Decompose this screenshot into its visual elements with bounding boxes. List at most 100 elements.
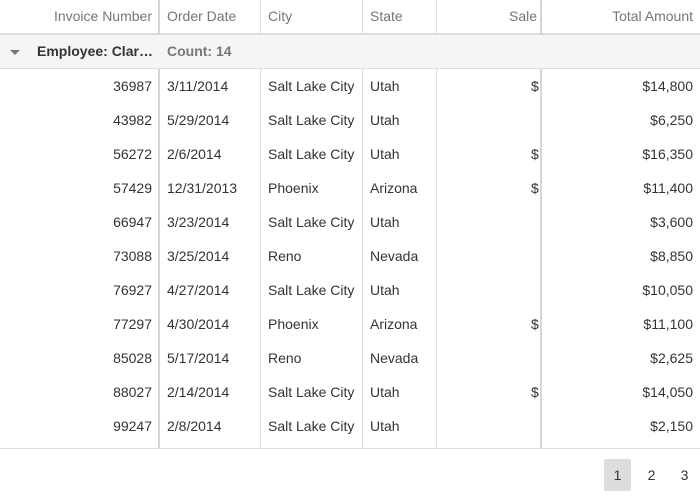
cell-invoice-number: 43982 bbox=[113, 112, 152, 128]
cell-total-amount: $2,150 bbox=[650, 418, 693, 434]
cell-sale bbox=[531, 273, 540, 307]
cell-order-date: 5/29/2014 bbox=[167, 112, 230, 128]
cell-total-amount: $11,100 bbox=[643, 316, 693, 332]
cell-city: Salt Lake City bbox=[268, 146, 355, 162]
column-divider bbox=[362, 0, 363, 35]
cell-total-amount: $3,600 bbox=[650, 214, 693, 230]
cell-order-date: 3/11/2014 bbox=[167, 78, 229, 94]
cell-city: Salt Lake City bbox=[268, 78, 355, 94]
cell-total-amount: $10,050 bbox=[642, 282, 693, 298]
table-row[interactable]: 85028 5/17/2014 Reno Nevada $2,625 bbox=[0, 341, 700, 375]
cell-state: Arizona bbox=[370, 316, 418, 332]
table-row[interactable]: 57429 12/31/2013 Phoenix Arizona $ $11,400 bbox=[0, 171, 700, 205]
cell-sale bbox=[531, 341, 540, 375]
frozen-column-divider bbox=[158, 69, 160, 448]
cell-state: Arizona bbox=[370, 180, 418, 196]
cell-sale: $ bbox=[531, 316, 539, 332]
data-grid: Invoice Number Order Date City State Sal… bbox=[0, 0, 700, 449]
cell-sale: $ bbox=[531, 78, 539, 94]
group-count: Count: 14 bbox=[167, 43, 232, 59]
cell-order-date: 2/6/2014 bbox=[167, 146, 222, 162]
cell-state: Utah bbox=[370, 146, 400, 162]
page-button-3[interactable]: 3 bbox=[671, 459, 698, 491]
cell-total-amount: $11,400 bbox=[643, 180, 693, 196]
cell-state: Nevada bbox=[370, 248, 419, 264]
cell-order-date: 2/14/2014 bbox=[167, 384, 230, 400]
cell-order-date: 4/27/2014 bbox=[167, 282, 230, 298]
cell-invoice-number: 36987 bbox=[113, 78, 152, 94]
column-divider bbox=[260, 69, 261, 448]
column-header-order-date[interactable]: Order Date bbox=[160, 0, 260, 33]
page-button-1[interactable]: 1 bbox=[604, 459, 631, 491]
cell-total-amount: $16,350 bbox=[642, 146, 693, 162]
column-divider bbox=[436, 69, 437, 448]
column-header-total-amount[interactable]: Total Amount bbox=[542, 0, 700, 33]
cell-total-amount: $8,850 bbox=[650, 248, 693, 264]
column-header-sale-label: Sale bbox=[509, 8, 538, 24]
cell-order-date: 3/25/2014 bbox=[167, 248, 230, 264]
cell-sale bbox=[531, 205, 540, 239]
column-header-state[interactable]: State bbox=[363, 0, 436, 33]
cell-city: Salt Lake City bbox=[268, 112, 355, 128]
column-header-sale[interactable]: Sale bbox=[437, 0, 545, 33]
table-row[interactable]: 36987 3/11/2014 Salt Lake City Utah $ $14,800 bbox=[0, 69, 700, 103]
cell-invoice-number: 77297 bbox=[113, 316, 152, 332]
table-row[interactable]: 56272 2/6/2014 Salt Lake City Utah $ $16,350 bbox=[0, 137, 700, 171]
cell-invoice-number: 85028 bbox=[113, 350, 152, 366]
cell-total-amount: $14,050 bbox=[642, 384, 693, 400]
cell-order-date: 5/17/2014 bbox=[167, 350, 230, 366]
page-button-2[interactable]: 2 bbox=[638, 459, 665, 491]
frozen-column-divider bbox=[540, 69, 542, 448]
cell-invoice-number: 73088 bbox=[113, 248, 152, 264]
cell-city: Salt Lake City bbox=[268, 418, 355, 434]
table-row[interactable]: 99247 2/8/2014 Salt Lake City Utah $2,150 bbox=[0, 409, 700, 443]
cell-state: Utah bbox=[370, 282, 400, 298]
cell-state: Nevada bbox=[370, 350, 419, 366]
grid-rows: 36987 3/11/2014 Salt Lake City Utah $ $14,800… bbox=[0, 69, 700, 443]
cell-invoice-number: 76927 bbox=[113, 282, 152, 298]
cell-order-date: 4/30/2014 bbox=[167, 316, 230, 332]
table-row[interactable]: 66947 3/23/2014 Salt Lake City Utah $3,600 bbox=[0, 205, 700, 239]
cell-sale bbox=[531, 239, 540, 273]
cell-city: Salt Lake City bbox=[268, 214, 355, 230]
table-row[interactable]: 73088 3/25/2014 Reno Nevada $8,850 bbox=[0, 239, 700, 273]
cell-state: Utah bbox=[370, 214, 400, 230]
table-row[interactable]: 77297 4/30/2014 Phoenix Arizona $ $11,100 bbox=[0, 307, 700, 341]
cell-city: Reno bbox=[268, 350, 302, 366]
column-divider bbox=[436, 0, 437, 35]
cell-state: Utah bbox=[370, 78, 400, 94]
group-title: Employee: Clark Morgan bbox=[37, 43, 155, 59]
collapse-caret-icon[interactable] bbox=[10, 50, 20, 55]
frozen-column-divider bbox=[158, 0, 160, 35]
cell-city: Phoenix bbox=[268, 180, 319, 196]
cell-total-amount: $6,250 bbox=[650, 112, 693, 128]
cell-total-amount: $2,625 bbox=[650, 350, 693, 366]
cell-order-date: 3/23/2014 bbox=[167, 214, 230, 230]
cell-city: Salt Lake City bbox=[268, 384, 355, 400]
pager: 123 bbox=[0, 450, 700, 500]
cell-state: Utah bbox=[370, 384, 400, 400]
table-row[interactable]: 76927 4/27/2014 Salt Lake City Utah $10,050 bbox=[0, 273, 700, 307]
cell-total-amount: $14,800 bbox=[642, 78, 693, 94]
cell-invoice-number: 66947 bbox=[113, 214, 152, 230]
cell-invoice-number: 57429 bbox=[113, 180, 152, 196]
cell-sale: $ bbox=[531, 180, 539, 196]
cell-city: Phoenix bbox=[268, 316, 319, 332]
cell-state: Utah bbox=[370, 112, 400, 128]
group-row: Employee: Clark Morgan Count: 14 bbox=[0, 35, 700, 69]
cell-order-date: 2/8/2014 bbox=[167, 418, 222, 434]
cell-invoice-number: 56272 bbox=[113, 146, 152, 162]
table-row[interactable]: 43982 5/29/2014 Salt Lake City Utah $6,250 bbox=[0, 103, 700, 137]
column-header-invoice-number[interactable]: Invoice Number bbox=[0, 0, 159, 33]
column-divider bbox=[362, 69, 363, 448]
table-row[interactable]: 88027 2/14/2014 Salt Lake City Utah $ $14,050 bbox=[0, 375, 700, 409]
cell-city: Salt Lake City bbox=[268, 282, 355, 298]
cell-invoice-number: 88027 bbox=[113, 384, 152, 400]
frozen-column-divider bbox=[540, 0, 542, 35]
grid-header: Invoice Number Order Date City State Sal… bbox=[0, 0, 700, 35]
column-header-city[interactable]: City bbox=[261, 0, 362, 33]
cell-order-date: 12/31/2013 bbox=[167, 180, 238, 196]
cell-state: Utah bbox=[370, 418, 400, 434]
column-divider bbox=[260, 0, 261, 35]
cell-sale bbox=[531, 409, 540, 443]
